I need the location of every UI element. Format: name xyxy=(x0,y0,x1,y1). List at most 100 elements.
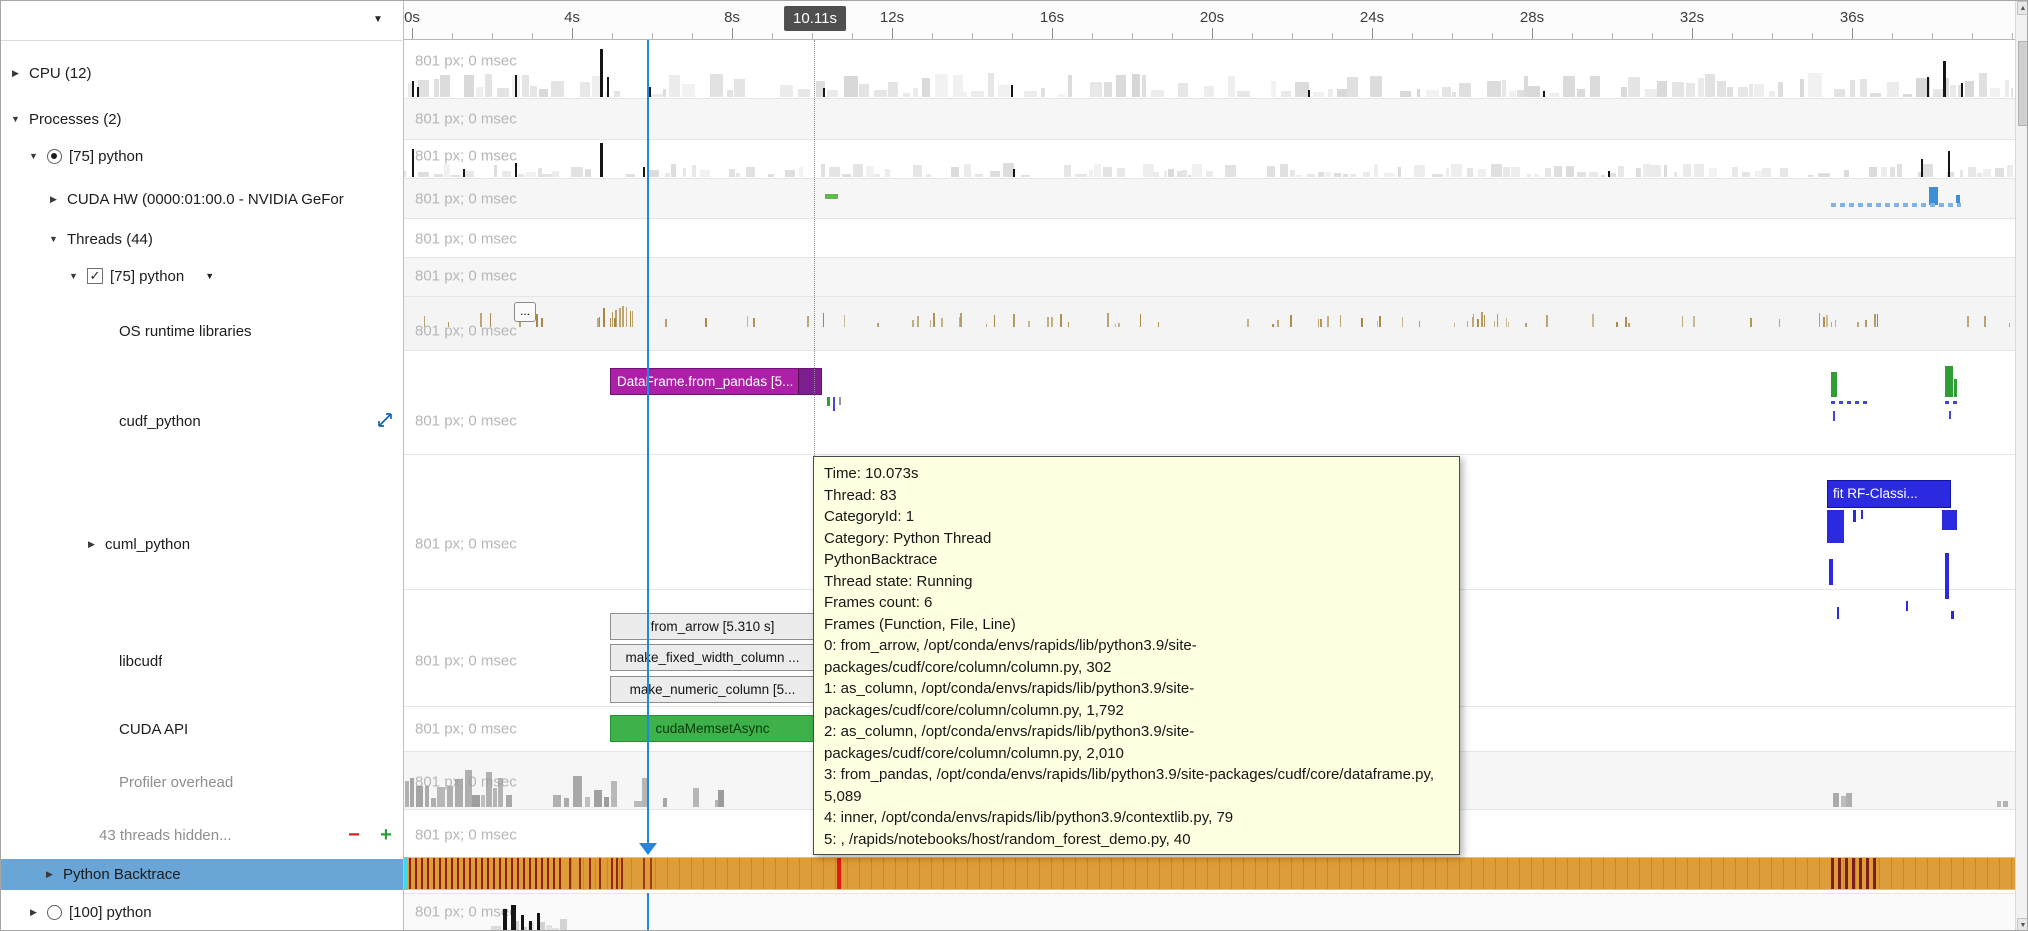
event-segment xyxy=(798,369,821,394)
tick-label: 8s xyxy=(724,9,740,26)
major-tick xyxy=(1052,28,1053,39)
row-size-label: 801 px; 0 msec xyxy=(415,231,517,248)
sidebar-item-label: Profiler overhead xyxy=(119,774,233,791)
minor-ticks xyxy=(412,33,2015,39)
tick-label: 16s xyxy=(1040,9,1064,26)
tick-label: 20s xyxy=(1200,9,1224,26)
major-tick xyxy=(1372,28,1373,39)
sidebar-item-cuml-python[interactable]: cuml_python xyxy=(85,531,190,557)
os-runtime-more-button[interactable]: ... xyxy=(514,302,536,322)
sidebar-item-threads[interactable]: Threads (44) xyxy=(47,226,153,252)
tooltip-line: Frames (Function, File, Line) xyxy=(824,614,1449,636)
sidebar-item-libcudf[interactable]: libcudf xyxy=(119,648,162,674)
sidebar-item-label: 43 threads hidden... xyxy=(99,827,232,844)
sidebar-item-cuda-api[interactable]: CUDA API xyxy=(119,716,188,742)
checkbox-checked-icon[interactable] xyxy=(87,268,103,284)
sidebar-item-label: [100] python xyxy=(69,904,152,921)
major-tick xyxy=(1852,28,1853,39)
row-size-label: 801 px; 0 msec xyxy=(415,413,517,430)
row-size-label: 801 px; 0 msec xyxy=(415,536,517,553)
expand-right-icon[interactable] xyxy=(43,869,56,880)
sidebar-item-label: cuml_python xyxy=(105,536,190,553)
row-separator xyxy=(403,139,2015,140)
sidebar-item-label: [75] python xyxy=(69,148,143,165)
event-label: DataFrame.from_pandas [5... xyxy=(617,374,793,389)
sidebar-item-label: [75] python xyxy=(110,268,184,285)
sidebar-item-python-100[interactable]: [100] python xyxy=(27,899,152,925)
vertical-scrollbar[interactable] xyxy=(2015,1,2028,931)
sidebar-item-profiler-overhead[interactable]: Profiler overhead xyxy=(119,769,233,795)
python-backtrace-strip[interactable] xyxy=(403,857,2015,890)
tooltip-line: 1: as_column, /opt/conda/envs/rapids/lib… xyxy=(824,678,1449,721)
dropdown-caret-icon[interactable] xyxy=(373,14,383,25)
sidebar-item-cudf-python[interactable]: cudf_python xyxy=(119,408,201,434)
collapse-down-icon[interactable] xyxy=(9,114,22,124)
scroll-up-button[interactable] xyxy=(2017,1,2028,15)
backtrace-red-stripes xyxy=(403,858,565,889)
event-label: fit RF-Classi... xyxy=(1833,486,1918,501)
event-dataframe-from-pandas[interactable]: DataFrame.from_pandas [5... xyxy=(610,368,822,395)
radio-selected-icon[interactable] xyxy=(47,149,62,164)
backtrace-red-stripes xyxy=(569,858,603,889)
tooltip-line: Thread state: Running xyxy=(824,571,1449,593)
major-tick xyxy=(1212,28,1213,39)
major-tick xyxy=(1532,28,1533,39)
sidebar-item-python-75-thread[interactable]: [75] python xyxy=(67,263,214,289)
row-separator xyxy=(403,178,2015,179)
row-separator xyxy=(403,454,2015,455)
tick-label: 12s xyxy=(880,9,904,26)
time-ruler[interactable]: 0s 4s 8s 12s 16s 20s 24s 28s 32s 36s xyxy=(403,1,2015,40)
event-label: cudaMemsetAsync xyxy=(611,716,814,741)
cudf-dash-row xyxy=(1831,401,1871,404)
tooltip-line: 2: as_column, /opt/conda/envs/rapids/lib… xyxy=(824,721,1449,764)
timeline-row-shade xyxy=(403,178,2015,218)
event-label: from_arrow [5.310 s] xyxy=(611,614,814,639)
sidebar-item-cpu[interactable]: CPU (12) xyxy=(9,60,92,86)
process-histogram xyxy=(403,141,2013,177)
time-marker-badge[interactable]: 10.11s xyxy=(784,6,846,31)
collapse-down-icon[interactable] xyxy=(67,271,80,281)
backtrace-red-stripes xyxy=(1831,858,1877,889)
event-label: make_numeric_column [5... xyxy=(611,677,814,702)
major-tick xyxy=(412,28,413,39)
row-separator xyxy=(403,350,2015,351)
expand-right-icon[interactable] xyxy=(27,907,40,918)
backtrace-red-stripes xyxy=(643,858,653,889)
tick-label: 28s xyxy=(1520,9,1544,26)
tree-sidebar: CPU (12) Processes (2) [75] python CUDA … xyxy=(1,1,404,931)
scroll-down-button[interactable] xyxy=(2017,918,2028,931)
expand-row-icon[interactable] xyxy=(375,410,395,430)
expand-right-icon[interactable] xyxy=(9,68,22,79)
sidebar-item-label: CPU (12) xyxy=(29,65,92,82)
sidebar-item-cuda-hw[interactable]: CUDA HW (0000:01:00.0 - NVIDIA GeFor xyxy=(47,186,344,212)
expand-right-icon[interactable] xyxy=(47,194,60,205)
tick-label: 24s xyxy=(1360,9,1384,26)
collapse-threads-button[interactable]: − xyxy=(341,822,367,848)
timeline-view-dropdown[interactable] xyxy=(1,1,402,41)
timeline-cursor-line[interactable] xyxy=(647,40,649,843)
sidebar-item-processes[interactable]: Processes (2) xyxy=(9,106,122,132)
row-size-label: 801 px; 0 msec xyxy=(415,191,517,208)
sidebar-item-python-backtrace[interactable]: Python Backtrace xyxy=(43,861,181,887)
sidebar-item-label: Threads (44) xyxy=(67,231,153,248)
sidebar-item-label: cudf_python xyxy=(119,413,201,430)
collapse-down-icon[interactable] xyxy=(47,234,60,244)
backtrace-red-stripes xyxy=(611,858,625,889)
timeline-cursor-arrow[interactable] xyxy=(639,843,657,855)
scrollbar-thumb[interactable] xyxy=(2018,41,2028,126)
major-tick xyxy=(892,28,893,39)
sidebar-item-label: OS runtime libraries xyxy=(119,323,252,340)
radio-unselected-icon[interactable] xyxy=(47,905,62,920)
sidebar-item-label: Python Backtrace xyxy=(63,866,181,883)
event-fit-rf-classifier[interactable]: fit RF-Classi... xyxy=(1827,480,1951,508)
tooltip-line: 0: from_arrow, /opt/conda/envs/rapids/li… xyxy=(824,635,1449,678)
sidebar-item-os-runtime-libraries[interactable]: OS runtime libraries xyxy=(119,318,252,344)
thread-dropdown-caret-icon[interactable] xyxy=(205,271,214,281)
expand-right-icon[interactable] xyxy=(85,539,98,550)
sidebar-item-python-75-process[interactable]: [75] python xyxy=(27,143,143,169)
tooltip-line: Frames count: 6 xyxy=(824,592,1449,614)
expand-threads-button[interactable]: + xyxy=(373,822,399,848)
os-runtime-ticks xyxy=(403,297,2013,327)
collapse-down-icon[interactable] xyxy=(27,151,40,161)
event-label: make_fixed_width_column ... xyxy=(611,645,814,670)
